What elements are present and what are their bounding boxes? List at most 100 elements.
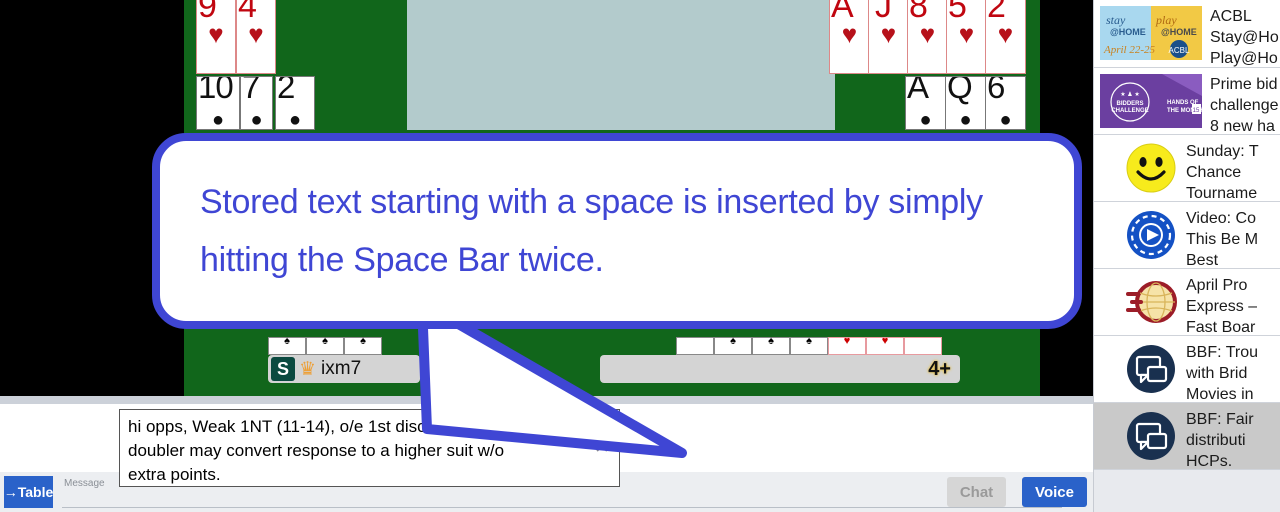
bottom-chat-strip: hi opps, Weak 1NT (11-14), o/e 1st disca… <box>0 396 1093 512</box>
popup-line: hi opps, Weak 1NT (11-14), o/e 1st disca… <box>128 417 455 436</box>
news-line: Stay@Ho <box>1210 29 1279 46</box>
fan-card[interactable]: ♠ <box>306 335 344 355</box>
news-line: Chance <box>1186 164 1242 181</box>
club-icon: ● <box>288 109 302 130</box>
card-rank: 10 <box>198 76 234 105</box>
club-icon: ● <box>919 109 932 130</box>
spade-icon: ♠ <box>806 335 812 347</box>
news-line: Prime bid <box>1210 76 1278 93</box>
news-line: April Pro <box>1186 277 1248 294</box>
spade-icon: ♠ <box>360 335 366 347</box>
news-line: with Brid <box>1186 365 1248 382</box>
heart-icon: ♥ <box>248 19 264 49</box>
svg-text:April 22-25: April 22-25 <box>1103 44 1156 56</box>
back-to-table-button[interactable]: →Table <box>4 476 53 508</box>
card-2-clubs[interactable]: 2 ● <box>275 76 315 130</box>
fan-card[interactable]: ♠ <box>790 335 828 355</box>
message-input-underline[interactable] <box>62 507 1062 508</box>
stay-play-home-banner-icon: stay @HOME April 22-25 play @HOME ACBL <box>1100 6 1202 60</box>
news-item[interactable]: Video: Co This Be M Best <box>1094 202 1280 269</box>
strip-divider <box>0 396 1093 404</box>
fan-card[interactable] <box>904 337 942 355</box>
news-line: Best <box>1186 252 1219 269</box>
svg-text:stay: stay <box>1106 13 1126 27</box>
card-j-hearts[interactable]: J ♥ <box>868 0 909 74</box>
svg-text:CHALLENGE: CHALLENGE <box>1111 108 1148 114</box>
news-item-text: Sunday: T Chance Tourname <box>1186 141 1259 202</box>
svg-text:BIDDERS: BIDDERS <box>1116 101 1143 107</box>
club-icon: ● <box>959 109 972 130</box>
chat-bubble-icon <box>1124 342 1178 396</box>
center-play-panel <box>407 0 835 130</box>
fan-card[interactable]: ♠ <box>344 335 382 355</box>
news-item[interactable]: Sunday: T Chance Tourname <box>1094 135 1280 202</box>
card-rank: 6 <box>987 76 1005 105</box>
stored-text-popup[interactable]: hi opps, Weak 1NT (11-14), o/e 1st disca… <box>119 409 620 487</box>
smiley-icon <box>1124 141 1178 195</box>
popup-line: extra points. <box>128 465 221 484</box>
news-item[interactable]: BBF: Trou with Brid Movies in <box>1094 336 1280 403</box>
news-line: Sunday: T <box>1186 143 1259 160</box>
card-a-clubs[interactable]: A ● <box>905 76 946 130</box>
east-player-nameplate[interactable]: 4+ <box>600 355 960 383</box>
news-line: This Be M <box>1186 231 1259 248</box>
callout-bubble-body: Stored text starting with a space is ins… <box>152 133 1082 329</box>
fan-card[interactable]: ♠ <box>268 335 306 355</box>
news-line: BBF: Trou <box>1186 344 1259 361</box>
sidebar-footer <box>1094 470 1280 512</box>
spade-icon: ♠ <box>768 335 774 347</box>
news-item[interactable]: April Pro Express – Fast Boar <box>1094 269 1280 336</box>
message-label: Message <box>64 478 105 489</box>
news-sidebar[interactable]: stay @HOME April 22-25 play @HOME ACBL A… <box>1093 0 1280 512</box>
news-item[interactable]: stay @HOME April 22-25 play @HOME ACBL A… <box>1094 0 1280 68</box>
crown-icon: ♛ <box>299 358 317 380</box>
card-6-clubs[interactable]: 6 ● <box>985 76 1026 130</box>
news-item[interactable]: ★ ♟ ★ BIDDERS CHALLENGE HANDS OF THE MON… <box>1094 68 1280 135</box>
fan-card[interactable]: ♠ <box>714 336 752 355</box>
news-item[interactable]: BBF: Fair distributi HCPs. <box>1094 403 1280 470</box>
news-line: Movies in <box>1186 386 1254 403</box>
fan-card[interactable] <box>676 337 714 355</box>
card-q-clubs[interactable]: Q ● <box>945 76 986 130</box>
fan-card[interactable]: ♥ <box>828 335 866 355</box>
heart-icon: ♥ <box>919 19 936 49</box>
card-5-hearts[interactable]: 5 ♥ <box>946 0 987 74</box>
card-a-hearts[interactable]: A ♥ <box>829 0 870 74</box>
card-rank: Q <box>947 76 973 105</box>
card-4-hearts[interactable]: 4 ♥ <box>236 0 276 74</box>
callout-bubble: Stored text starting with a space is ins… <box>152 133 1082 329</box>
card-8-hearts[interactable]: 8 ♥ <box>907 0 948 74</box>
fan-card[interactable]: ♥ <box>866 335 904 355</box>
spade-icon: ♠ <box>284 335 290 347</box>
news-line: Tourname <box>1186 185 1258 202</box>
spade-icon: ♠ <box>322 335 328 347</box>
club-icon: ● <box>250 109 263 130</box>
news-item-text: April Pro Express – Fast Boar <box>1186 275 1258 335</box>
heart-icon: ♥ <box>208 19 224 49</box>
close-icon[interactable]: ✕ <box>593 438 611 457</box>
fan-card[interactable]: ♠ <box>752 335 790 355</box>
chat-button[interactable]: Chat <box>947 477 1006 507</box>
popup-line: doubler may convert response to a higher… <box>128 441 505 460</box>
svg-text:@HOME: @HOME <box>1161 27 1197 37</box>
heart-icon: ♥ <box>881 335 889 347</box>
svg-text:play: play <box>1155 13 1177 27</box>
heart-icon: ♥ <box>841 19 858 49</box>
heart-icon: ♥ <box>843 335 851 347</box>
card-10-clubs[interactable]: 10 ● <box>196 76 240 130</box>
south-player-nameplate[interactable]: S ♛ ixm7 <box>268 355 420 383</box>
news-line: HCPs. <box>1186 453 1233 470</box>
news-line: challenge <box>1210 97 1279 114</box>
card-7-clubs[interactable]: 7 ● <box>240 76 273 130</box>
heart-icon: ♥ <box>958 19 975 49</box>
heart-icon: ♥ <box>880 19 897 49</box>
voice-button[interactable]: Voice <box>1022 477 1087 507</box>
card-9-hearts[interactable]: 9 ♥ <box>196 0 236 74</box>
video-play-icon <box>1124 208 1178 262</box>
news-line: Express – <box>1186 298 1258 315</box>
card-2-hearts[interactable]: 2 ♥ <box>985 0 1026 74</box>
svg-text:ACBL: ACBL <box>1169 46 1190 55</box>
news-line: distributi <box>1186 432 1246 449</box>
heart-icon: ♥ <box>997 19 1014 49</box>
trick-count-badge: 4+ <box>928 357 951 380</box>
